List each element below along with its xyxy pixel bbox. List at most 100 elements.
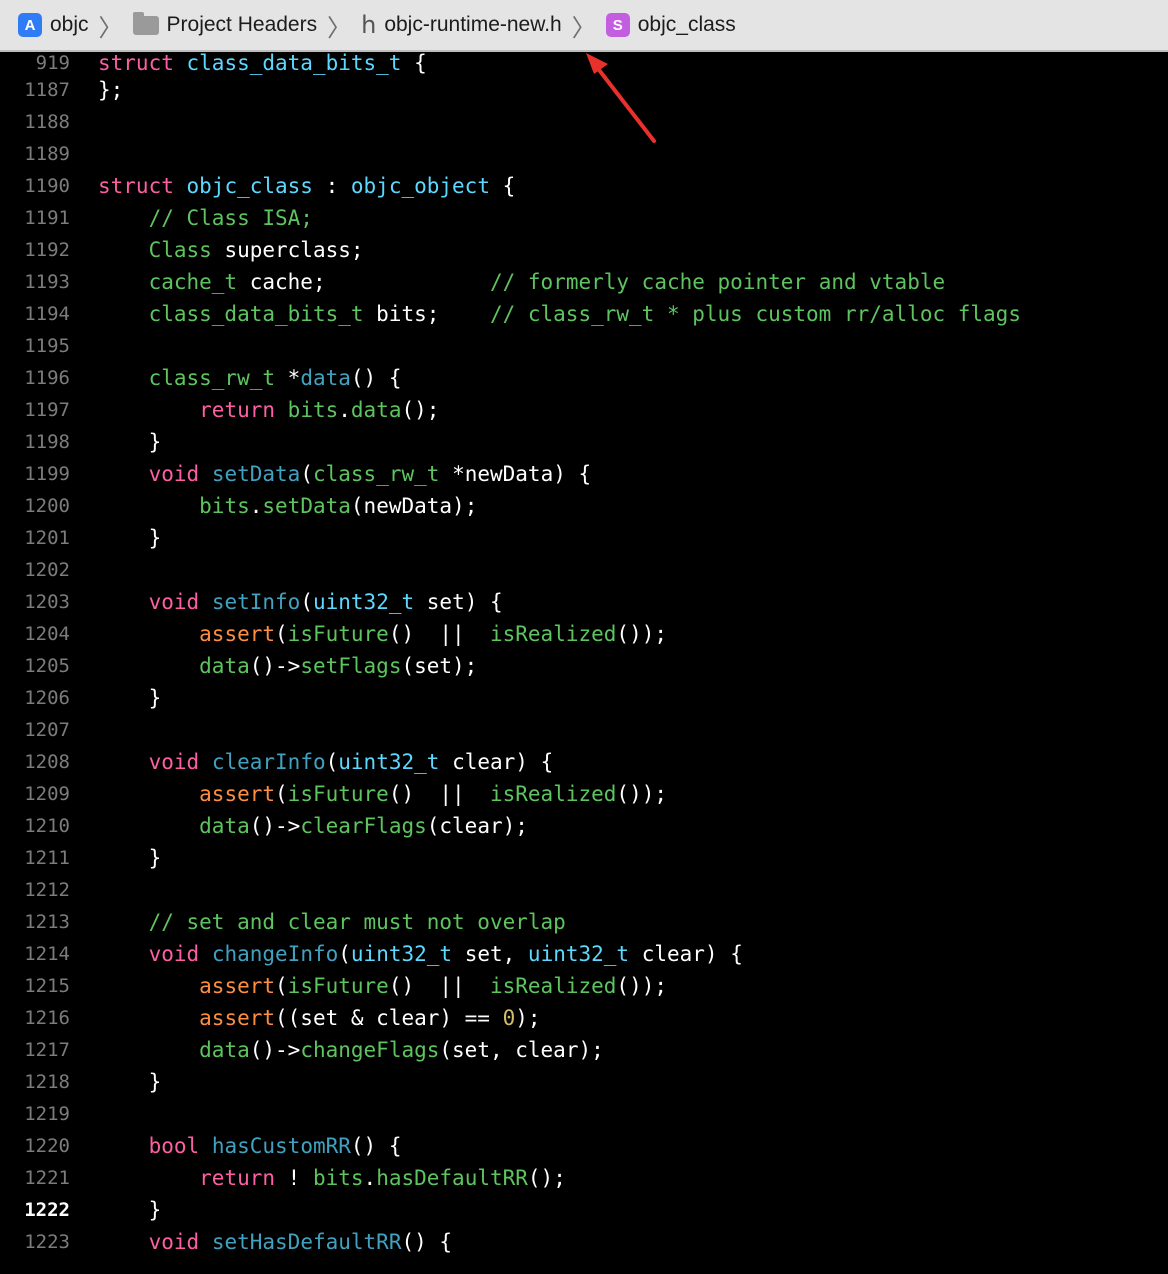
code-text: class_rw_t *data() {: [98, 362, 402, 394]
code-token: assert: [199, 622, 276, 646]
line-number: 1219: [24, 1103, 70, 1125]
struct-symbol-icon: S: [605, 13, 630, 37]
code-text: };: [98, 74, 123, 106]
code-token: setData: [262, 494, 351, 518]
code-line[interactable]: 1221 return ! bits.hasDefaultRR();: [0, 1162, 1168, 1194]
code-text: }: [98, 1066, 162, 1098]
code-line[interactable]: 1194 class_data_bits_t bits; // class_rw…: [0, 298, 1168, 330]
code-line[interactable]: 1191 // Class ISA;: [0, 202, 1168, 234]
code-token: (clear);: [426, 814, 528, 838]
line-number: 1214: [24, 943, 70, 965]
code-line[interactable]: 1202: [0, 554, 1168, 586]
line-number: 1206: [24, 687, 70, 709]
code-line[interactable]: 1205 data()->setFlags(set);: [0, 650, 1168, 682]
breadcrumb-file-label: objc-runtime-new.h: [384, 13, 562, 36]
line-number: 1218: [24, 1071, 70, 1093]
line-number: 1211: [24, 847, 70, 869]
chevron-right-icon: 〉: [571, 13, 596, 42]
code-token: };: [98, 78, 124, 102]
code-token: objc_object: [350, 174, 490, 198]
code-line[interactable]: 1207: [0, 714, 1168, 746]
code-line[interactable]: 1211 }: [0, 842, 1168, 874]
line-number: 1203: [24, 591, 70, 613]
code-token: data: [199, 814, 250, 838]
code-line[interactable]: 1214 void changeInfo(uint32_t set, uint3…: [0, 938, 1168, 970]
code-line[interactable]: 1215 assert(isFuture() || isRealized());: [0, 970, 1168, 1002]
code-token: :: [312, 174, 351, 198]
code-line[interactable]: 1201 }: [0, 522, 1168, 554]
code-token: }: [98, 526, 162, 550]
code-line[interactable]: 919 struct class_data_bits_t {: [0, 52, 1168, 74]
code-token: (: [300, 590, 313, 614]
breadcrumb-group[interactable]: Project Headers: [132, 11, 318, 37]
code-token: uint32_t: [527, 942, 630, 966]
code-line[interactable]: 1209 assert(isFuture() || isRealized());: [0, 778, 1168, 810]
line-number: 1215: [24, 975, 70, 997]
code-line[interactable]: 1216 assert((set & clear) == 0);: [0, 1002, 1168, 1034]
code-line[interactable]: 1218 }: [0, 1066, 1168, 1098]
code-line[interactable]: 1189: [0, 138, 1168, 170]
code-line[interactable]: 1203 void setInfo(uint32_t set) {: [0, 586, 1168, 618]
code-line[interactable]: 1188: [0, 106, 1168, 138]
code-token: ()->: [249, 1038, 301, 1062]
code-line[interactable]: 1217 data()->changeFlags(set, clear);: [0, 1034, 1168, 1066]
code-line[interactable]: 1187};: [0, 74, 1168, 106]
code-line[interactable]: 1197 return bits.data();: [0, 394, 1168, 426]
code-line[interactable]: 1220 bool hasCustomRR() {: [0, 1130, 1168, 1162]
code-line[interactable]: 1198 }: [0, 426, 1168, 458]
code-line[interactable]: 1208 void clearInfo(uint32_t clear) {: [0, 746, 1168, 778]
code-token: ());: [616, 622, 667, 646]
code-line[interactable]: 1219: [0, 1098, 1168, 1130]
code-token: set,: [452, 942, 528, 966]
code-text: cache_t cache; // formerly cache pointer…: [98, 266, 946, 298]
code-line[interactable]: 1213 // set and clear must not overlap: [0, 906, 1168, 938]
breadcrumb-symbol[interactable]: S objc_class: [605, 13, 736, 37]
code-line[interactable]: 1195: [0, 330, 1168, 362]
code-line[interactable]: 1212: [0, 874, 1168, 906]
code-text: bool hasCustomRR() {: [98, 1130, 402, 1162]
code-token: *newData) {: [439, 462, 592, 486]
code-token: Class: [148, 238, 212, 262]
code-token: ();: [527, 1166, 566, 1190]
code-token: ((set & clear) ==: [275, 1006, 503, 1030]
code-token: (set, clear);: [439, 1038, 604, 1062]
code-token: return: [199, 398, 276, 422]
line-number: 1202: [24, 559, 70, 581]
code-token: bits: [312, 1166, 364, 1190]
code-token: class_data_bits_t: [186, 51, 402, 75]
code-token: bits: [199, 494, 250, 518]
code-line[interactable]: 1223 void setHasDefaultRR() {: [0, 1226, 1168, 1258]
code-line[interactable]: 1192 Class superclass;: [0, 234, 1168, 266]
folder-icon: [132, 11, 159, 35]
code-line[interactable]: 1210 data()->clearFlags(clear);: [0, 810, 1168, 842]
line-number: 1195: [24, 335, 70, 357]
breadcrumb-file[interactable]: h objc-runtime-new.h: [361, 11, 562, 39]
code-line[interactable]: 1222 }: [0, 1194, 1168, 1226]
code-line[interactable]: 1204 assert(isFuture() || isRealized());: [0, 618, 1168, 650]
breadcrumb-group-label: Project Headers: [166, 13, 318, 36]
line-number: 1209: [24, 783, 70, 805]
code-editor[interactable]: 919 struct class_data_bits_t {1187}; 1188 1…: [0, 52, 1168, 1258]
code-token: setInfo: [211, 590, 301, 614]
code-line[interactable]: 1190 struct objc_class : objc_object {: [0, 170, 1168, 202]
code-line[interactable]: 1199 void setData(class_rw_t *newData) {: [0, 458, 1168, 490]
code-line[interactable]: 1200 bits.setData(newData);: [0, 490, 1168, 522]
code-text: void changeInfo(uint32_t set, uint32_t c…: [98, 938, 743, 970]
code-token: // class_rw_t * plus custom rr/alloc fla…: [489, 302, 1021, 326]
code-token: (set);: [401, 654, 478, 678]
line-number: 1221: [24, 1167, 70, 1189]
code-line[interactable]: 1206 }: [0, 682, 1168, 714]
code-line[interactable]: 1196 class_rw_t *data() {: [0, 362, 1168, 394]
code-line[interactable]: 1193 cache_t cache; // formerly cache po…: [0, 266, 1168, 298]
breadcrumb-project[interactable]: A objc: [0, 13, 89, 37]
